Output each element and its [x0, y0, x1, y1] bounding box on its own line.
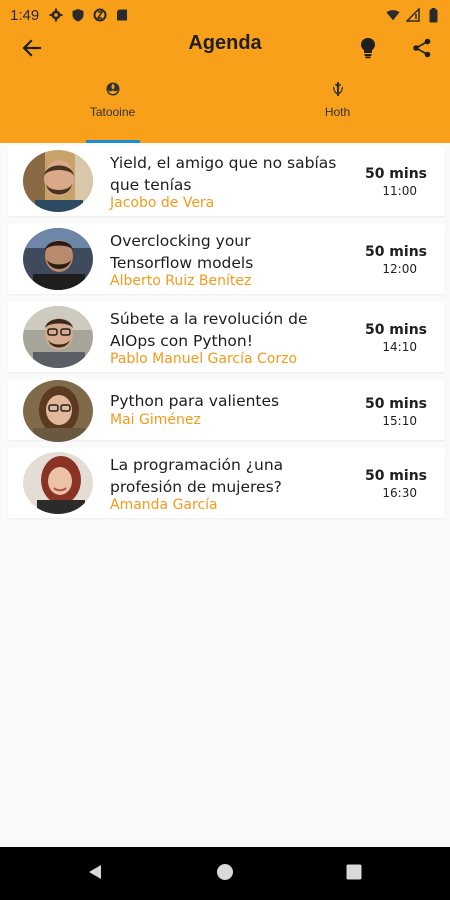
talk-card[interactable]: Overclocking your Tensorflow models Albe… [8, 224, 445, 294]
agenda-list: Yield, el amigo que no sabías que tenías… [8, 146, 445, 526]
speaker-name: Alberto Ruiz Benítez [110, 273, 252, 289]
nav-home-icon [216, 863, 234, 885]
talk-time: 11:00 [382, 184, 417, 198]
nav-home-button[interactable] [212, 861, 238, 887]
share-button[interactable] [406, 34, 438, 66]
talk-duration: 50 mins [364, 396, 427, 412]
talk-title: Yield, el amigo que no sabías que tenías [110, 154, 337, 194]
talk-time: 16:30 [382, 486, 417, 500]
avatar [23, 380, 93, 442]
sd-card-icon [115, 8, 129, 22]
tab-hoth[interactable]: Hoth [225, 75, 450, 143]
talk-card[interactable]: Python para valientes Mai Giménez 50 min… [8, 380, 445, 442]
talk-duration: 50 mins [364, 166, 427, 182]
talk-card[interactable]: La programación ¿una profesión de mujere… [8, 448, 445, 518]
settings-icon [49, 8, 63, 22]
jedi-icon [225, 81, 450, 97]
talk-time: 12:00 [382, 262, 417, 276]
share-icon [412, 38, 432, 62]
speaker-name: Amanda García [110, 497, 218, 513]
avatar [23, 452, 93, 514]
rebel-icon [0, 81, 225, 97]
nav-recents-button[interactable] [341, 861, 367, 887]
talk-card[interactable]: Yield, el amigo que no sabías que tenías… [8, 146, 445, 216]
cell-signal-icon [406, 8, 420, 22]
tab-label: Tatooine [89, 105, 136, 119]
talk-duration: 50 mins [364, 468, 427, 484]
tab-tatooine[interactable]: Tatooine [0, 75, 225, 143]
tab-label: Hoth [324, 105, 351, 119]
lightbulb-icon [360, 37, 376, 63]
system-nav-bar [0, 847, 450, 900]
avatar [23, 150, 93, 212]
talk-title: Python para valientes [110, 392, 280, 410]
tab-indicator [86, 140, 140, 143]
avatar [23, 306, 93, 368]
talk-card[interactable]: Súbete a la revolución de AIOps con Pyth… [8, 302, 445, 372]
speaker-name: Jacobo de Vera [110, 195, 215, 211]
avatar [23, 228, 93, 290]
talk-title: Overclocking your Tensorflow models [110, 232, 254, 272]
talk-duration: 50 mins [364, 244, 427, 260]
nav-back-icon [86, 863, 104, 885]
status-bar: 1:49 [0, 0, 450, 30]
wifi-icon [386, 8, 400, 22]
speaker-name: Pablo Manuel García Corzo [110, 351, 298, 367]
battery-icon [426, 7, 440, 22]
talk-title: Súbete a la revolución de AIOps con Pyth… [110, 310, 308, 350]
nav-back-button[interactable] [82, 861, 108, 887]
speaker-name: Mai Giménez [110, 412, 201, 428]
data-saver-icon [93, 8, 107, 22]
talk-time: 15:10 [382, 414, 417, 428]
talk-title: La programación ¿una profesión de mujere… [110, 456, 284, 496]
tips-button[interactable] [352, 34, 384, 66]
nav-recents-icon [346, 864, 362, 884]
tab-bar: Tatooine Hoth [0, 75, 450, 143]
talk-time: 14:10 [382, 340, 417, 354]
shield-icon [71, 8, 85, 22]
status-time: 1:49 [10, 6, 40, 24]
talk-duration: 50 mins [364, 322, 427, 338]
toolbar: Agenda [0, 30, 450, 70]
